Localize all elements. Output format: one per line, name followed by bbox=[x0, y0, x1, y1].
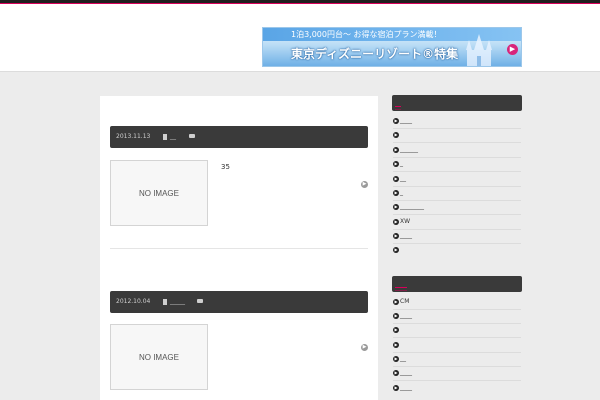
post-date: 2013.11.13 bbox=[116, 133, 151, 140]
banner-arrow-icon[interactable]: ▶ bbox=[507, 44, 518, 55]
bullet-arrow-icon: ▶ bbox=[393, 313, 399, 319]
sidebar-list-item[interactable]: ▶ _ bbox=[393, 159, 521, 169]
sidebar-separator bbox=[393, 229, 521, 230]
post-meta-bar: 2013.11.13 __ bbox=[110, 126, 368, 148]
sidebar-item-label: __ bbox=[400, 355, 406, 362]
bullet-arrow-icon: ▶ bbox=[393, 299, 399, 305]
sidebar-list-item[interactable]: ▶ __ bbox=[393, 174, 521, 184]
sidebar-separator bbox=[393, 366, 521, 367]
post-category-link[interactable]: _____ bbox=[170, 291, 185, 313]
sidebar-list-item[interactable]: ▶ bbox=[393, 340, 521, 350]
sidebar-list-item[interactable]: ▶ ____ bbox=[393, 231, 521, 241]
bullet-arrow-icon: ▶ bbox=[393, 356, 399, 362]
sidebar-item-label: ______ bbox=[400, 146, 418, 153]
post-thumbnail[interactable]: NO IMAGE bbox=[110, 324, 208, 390]
bullet-arrow-icon: ▶ bbox=[393, 190, 399, 196]
sidebar-list-item[interactable]: ▶ bbox=[393, 245, 521, 255]
sidebar-list-item[interactable]: ▶ CM bbox=[393, 297, 521, 307]
read-more-icon[interactable]: ▶ bbox=[361, 181, 368, 188]
sidebar-separator bbox=[393, 171, 521, 172]
banner-title: 東京ディズニーリゾート®特集 bbox=[291, 47, 459, 61]
category-icon bbox=[163, 134, 167, 140]
sidebar-item-label: ____ bbox=[400, 232, 412, 239]
bullet-arrow-icon: ▶ bbox=[393, 385, 399, 391]
comment-icon[interactable] bbox=[189, 134, 195, 138]
sidebar-separator bbox=[393, 337, 521, 338]
promo-banner[interactable]: 1泊3,000円台〜 お得な宿泊プラン満載！ 東京ディズニーリゾート®特集 ▶ bbox=[262, 27, 522, 67]
widget-title-text: __ bbox=[395, 103, 401, 110]
sidebar-list-item[interactable]: ▶ __ bbox=[393, 354, 521, 364]
bullet-arrow-icon: ▶ bbox=[393, 327, 399, 333]
sidebar-item-label: ____ bbox=[400, 117, 412, 124]
post-excerpt: 35 bbox=[221, 163, 230, 171]
bullet-arrow-icon: ▶ bbox=[393, 233, 399, 239]
sidebar-item-label: _ bbox=[400, 189, 403, 196]
read-more-icon[interactable]: ▶ bbox=[361, 344, 368, 351]
widget-title-text: ____ bbox=[395, 284, 407, 291]
sidebar-item-label: CM bbox=[400, 298, 410, 305]
sidebar-separator bbox=[393, 200, 521, 201]
sidebar-separator bbox=[393, 352, 521, 353]
sidebar-item-label: __ bbox=[400, 175, 406, 182]
sidebar-separator bbox=[393, 142, 521, 143]
sidebar-list-item[interactable]: ▶ ____ bbox=[393, 311, 521, 321]
sidebar-separator bbox=[393, 128, 521, 129]
bullet-arrow-icon: ▶ bbox=[393, 204, 399, 210]
comment-icon[interactable] bbox=[197, 299, 203, 303]
post-meta-bar: 2012.10.04 _____ bbox=[110, 291, 368, 313]
sidebar-separator bbox=[393, 243, 521, 244]
bullet-arrow-icon: ▶ bbox=[393, 342, 399, 348]
bullet-arrow-icon: ▶ bbox=[393, 370, 399, 376]
sidebar-separator bbox=[393, 186, 521, 187]
post-category-link[interactable]: __ bbox=[170, 126, 176, 148]
sidebar-item-label: _ bbox=[400, 160, 403, 167]
category-icon bbox=[163, 299, 167, 305]
sidebar-item-label: ____ bbox=[400, 312, 412, 319]
post-thumbnail[interactable]: NO IMAGE bbox=[110, 160, 208, 226]
post-divider bbox=[110, 248, 368, 249]
sidebar-list-item[interactable]: ▶ bbox=[393, 325, 521, 335]
sidebar-list-item[interactable]: ▶ ____ bbox=[393, 383, 521, 393]
sidebar-list-item[interactable]: ▶ bbox=[393, 130, 521, 140]
sidebar-list-item[interactable]: ▶ ______ bbox=[393, 145, 521, 155]
bullet-arrow-icon: ▶ bbox=[393, 219, 399, 225]
sidebar-list-item[interactable]: ▶ ____ bbox=[393, 368, 521, 378]
bullet-arrow-icon: ▶ bbox=[393, 247, 399, 253]
sidebar-separator bbox=[393, 309, 521, 310]
sidebar-item-label: ____ bbox=[400, 369, 412, 376]
sidebar-item-label: ________ bbox=[400, 203, 424, 210]
bullet-arrow-icon: ▶ bbox=[393, 161, 399, 167]
sidebar-separator bbox=[393, 323, 521, 324]
bullet-arrow-icon: ▶ bbox=[393, 118, 399, 124]
sidebar-separator bbox=[393, 157, 521, 158]
bullet-arrow-icon: ▶ bbox=[393, 132, 399, 138]
bullet-arrow-icon: ▶ bbox=[393, 176, 399, 182]
sidebar-separator bbox=[393, 380, 521, 381]
sidebar-widget-title: ____ bbox=[392, 276, 522, 292]
sidebar-list-item[interactable]: ▶ ____ bbox=[393, 116, 521, 126]
sidebar-separator bbox=[393, 214, 521, 215]
sidebar-list-item[interactable]: ▶ XW bbox=[393, 217, 521, 227]
site-header: 1泊3,000円台〜 お得な宿泊プラン満載！ 東京ディズニーリゾート®特集 ▶ bbox=[0, 4, 600, 72]
sidebar-list-item[interactable]: ▶ _ bbox=[393, 188, 521, 198]
sidebar-widget-title: __ bbox=[392, 95, 522, 111]
bullet-arrow-icon: ▶ bbox=[393, 147, 399, 153]
sidebar-item-label: XW bbox=[400, 218, 411, 225]
castle-icon bbox=[466, 34, 492, 66]
sidebar-list-item[interactable]: ▶ ________ bbox=[393, 202, 521, 212]
main-content: 2013.11.13 __ NO IMAGE 35 ▶ 2012.10.04 _… bbox=[100, 96, 378, 400]
sidebar-item-label: ____ bbox=[400, 384, 412, 391]
post-date: 2012.10.04 bbox=[116, 298, 151, 305]
